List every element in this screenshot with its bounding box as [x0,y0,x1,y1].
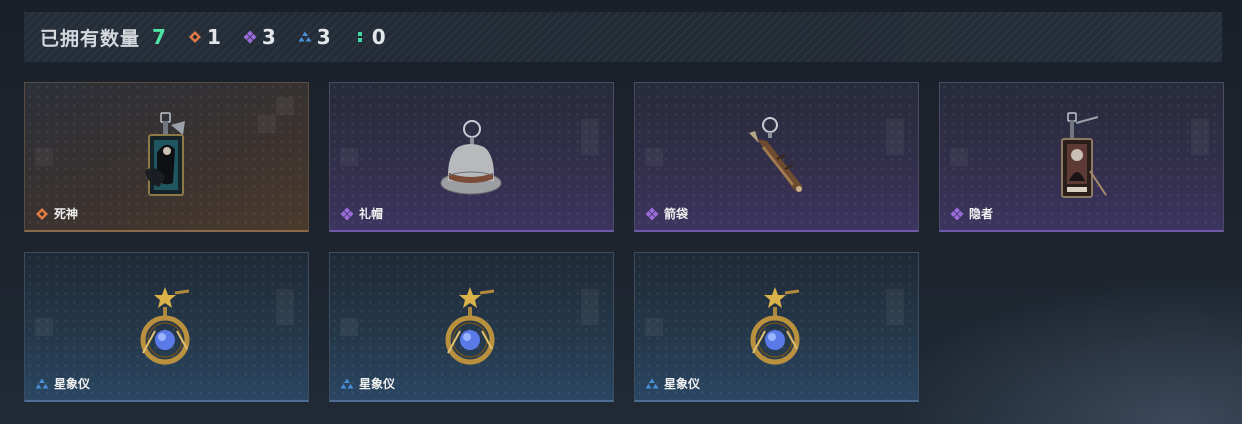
item-label: 星象仪 [35,375,90,392]
purple-diamond-icon [340,207,354,221]
item-name: 星象仪 [664,377,701,391]
owned-total-count: 7 [152,25,166,49]
item-name: 隐者 [969,207,994,221]
rarity-count-value: 3 [261,25,276,49]
purple-diamond-icon [645,207,659,221]
orange-diamond-icon [35,207,49,221]
green-dots-icon [353,30,367,44]
item-name: 星象仪 [359,377,396,391]
item-card[interactable]: 死神 [24,82,309,232]
owned-count-title: 已拥有数量 [40,27,141,50]
item-card[interactable]: 礼帽 [329,82,614,232]
rarity-count-blue: 3 [298,25,331,49]
purple-diamond-icon [243,30,257,44]
purple-diamond-icon [950,207,964,221]
rarity-count-value: 0 [371,25,386,49]
rarity-count-value: 1 [206,25,221,49]
blue-triangle-icon [645,377,659,391]
item-name: 死神 [54,207,79,221]
rarity-count-purple: 3 [243,25,276,49]
item-card[interactable]: 箭袋 [634,82,919,232]
item-name: 星象仪 [54,377,91,391]
rarity-count-orange: 1 [188,25,221,49]
owned-count-bar: 已拥有数量 7 1 3 3 0 [24,12,1222,62]
rarity-count-green: 0 [353,25,386,49]
item-name: 箭袋 [664,207,689,221]
item-card[interactable]: 隐者 [939,82,1224,232]
item-label: 礼帽 [340,205,383,222]
blue-triangle-icon [340,377,354,391]
orange-diamond-icon [188,30,202,44]
item-label: 箭袋 [645,205,688,222]
item-card[interactable]: 星象仪 [329,252,614,402]
item-label: 死神 [35,205,78,222]
item-name: 礼帽 [359,207,384,221]
item-label: 隐者 [950,205,993,222]
item-card[interactable]: 星象仪 [634,252,919,402]
blue-triangle-icon [35,377,49,391]
rarity-count-value: 3 [316,25,331,49]
item-label: 星象仪 [340,375,395,392]
item-card[interactable]: 星象仪 [24,252,309,402]
item-label: 星象仪 [645,375,700,392]
blue-triangle-icon [298,30,312,44]
collection-page: 已拥有数量 7 1 3 3 0 死神 礼帽 箭袋 隐者 星象仪 星象仪 星象仪 [0,0,1242,424]
